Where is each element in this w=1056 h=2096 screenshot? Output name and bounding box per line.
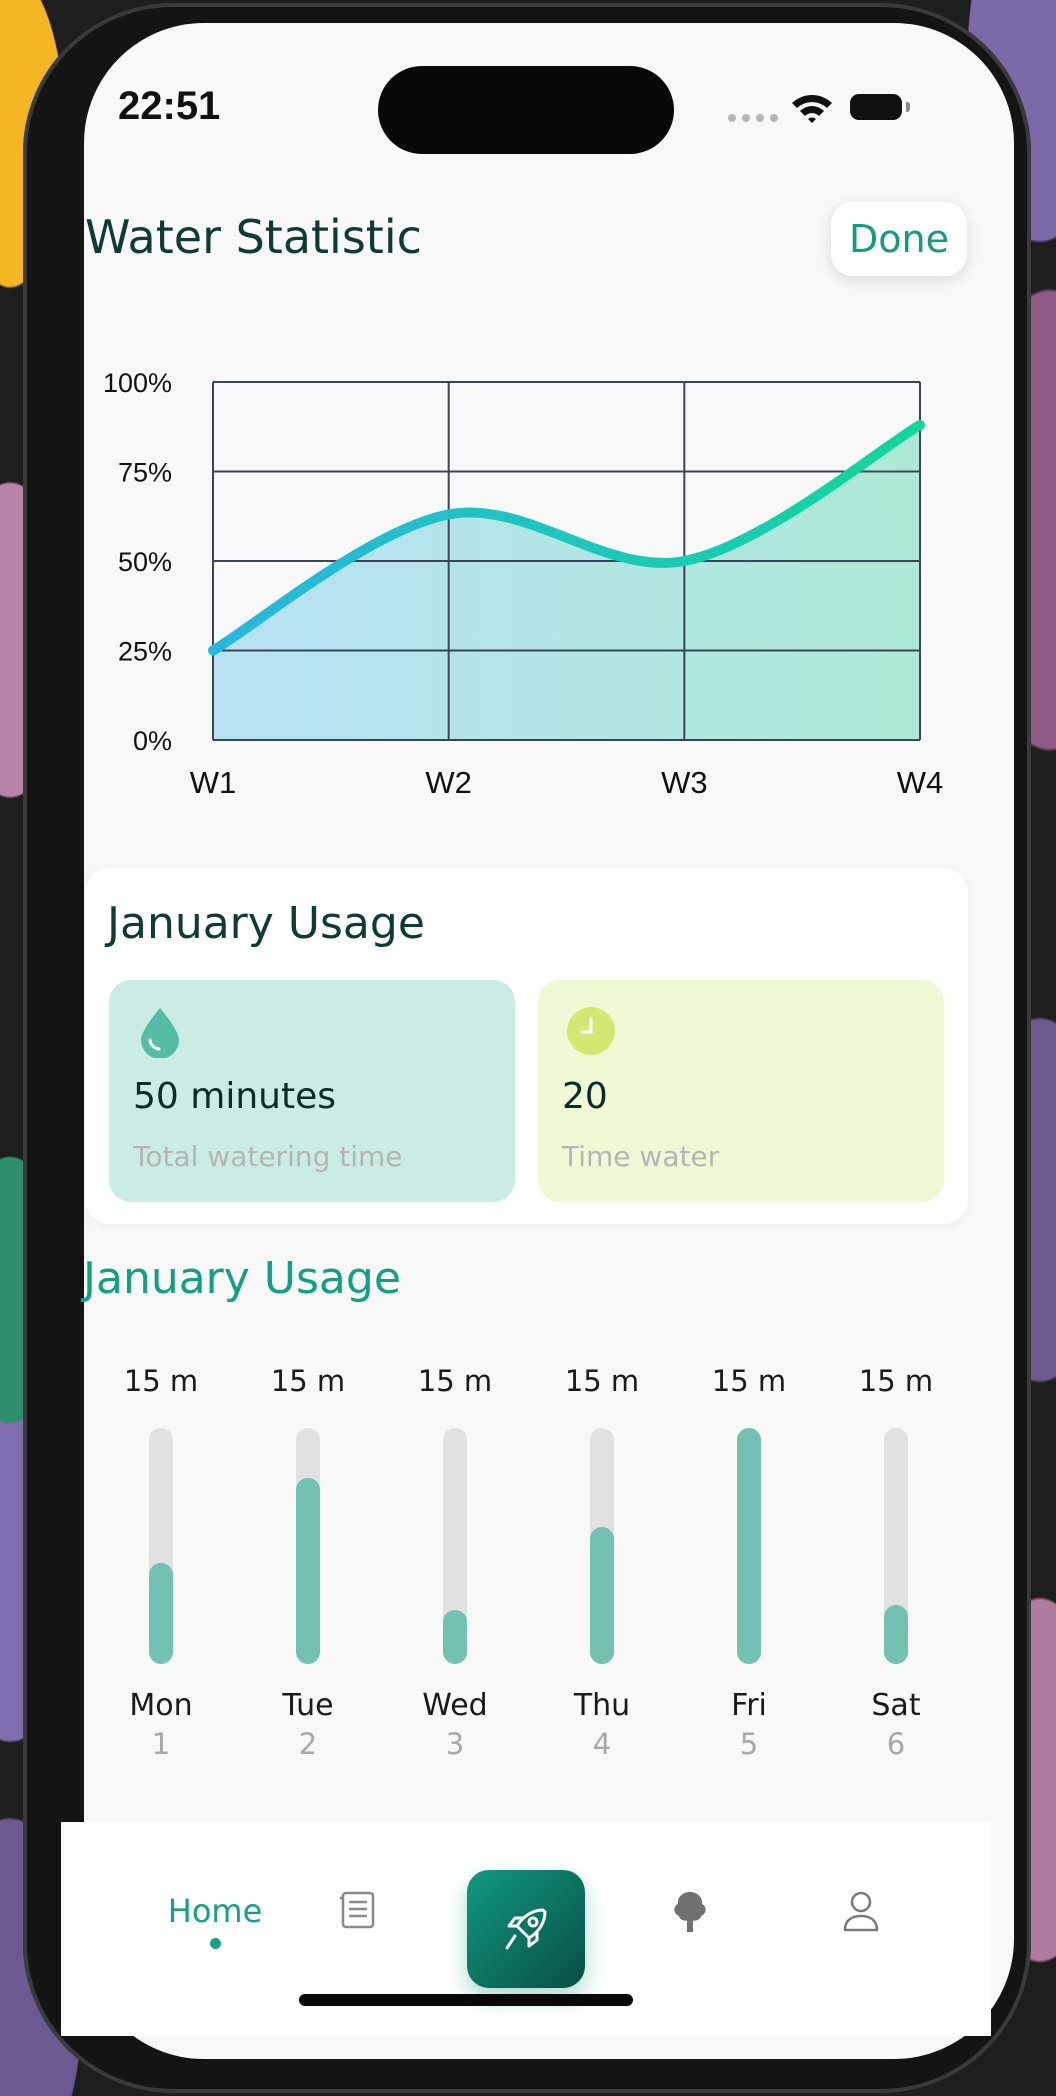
- chart-x-tick-label: W4: [897, 765, 944, 800]
- day-amount: 15 m: [270, 1364, 346, 1398]
- day-bar-track: [590, 1428, 614, 1664]
- day-bar-track: [149, 1428, 173, 1664]
- day-name: Fri: [731, 1688, 767, 1723]
- chart-y-tick-label: 75%: [118, 458, 172, 488]
- chart-y-tick-label: 100%: [103, 368, 172, 398]
- day-name: Sat: [871, 1688, 921, 1723]
- document-icon[interactable]: [339, 1890, 377, 1930]
- chart-y-tick-label: 50%: [118, 547, 172, 577]
- chart-x-tick-label: W1: [190, 765, 237, 800]
- rocket-icon: [505, 1908, 547, 1950]
- day-amount: 15 m: [711, 1364, 787, 1398]
- home-indicator: [299, 1994, 633, 2006]
- day-bar-fill: [443, 1609, 467, 1664]
- day-amount: 15 m: [564, 1364, 640, 1398]
- day-column[interactable]: 15 m Tue 2: [243, 1364, 373, 1761]
- day-column[interactable]: 15 m Fri 5: [684, 1364, 814, 1761]
- day-bar-track: [443, 1428, 467, 1664]
- usage-card-title: January Usage: [107, 898, 425, 949]
- total-watering-time-label: Total watering time: [133, 1140, 403, 1173]
- day-bar-fill: [149, 1562, 173, 1664]
- day-bar-fill: [296, 1477, 320, 1664]
- tab-home[interactable]: Home: [145, 1892, 285, 1949]
- usage-summary-card: January Usage 50 minutes Total watering …: [85, 868, 968, 1224]
- battery-icon: [850, 94, 910, 120]
- day-bar-fill: [737, 1428, 761, 1664]
- day-column[interactable]: 15 m Wed 3: [390, 1364, 520, 1761]
- day-number: 3: [445, 1727, 465, 1761]
- tree-icon[interactable]: [671, 1890, 709, 1934]
- day-bar-fill: [590, 1527, 614, 1664]
- day-number: 1: [151, 1727, 171, 1761]
- day-bar-track: [737, 1428, 761, 1664]
- day-name: Wed: [422, 1688, 488, 1723]
- tab-home-label: Home: [167, 1892, 263, 1930]
- total-watering-time-card[interactable]: 50 minutes Total watering time: [109, 980, 515, 1202]
- wifi-icon: [792, 95, 832, 123]
- chart-x-tick-label: W3: [661, 765, 708, 800]
- time-water-label: Time water: [562, 1140, 720, 1173]
- day-column[interactable]: 15 m Thu 4: [537, 1364, 667, 1761]
- time-water-card[interactable]: 20 Time water: [538, 980, 944, 1202]
- water-drop-icon: [141, 1008, 179, 1058]
- daily-usage-title: January Usage: [83, 1253, 401, 1304]
- day-name: Mon: [129, 1688, 193, 1723]
- daily-usage-bars: 15 m Mon 1 15 m Tue 2 15 m Wed 3 15 m Th…: [96, 1364, 956, 1764]
- day-name: Thu: [573, 1688, 631, 1723]
- chart-y-tick-label: 0%: [133, 726, 172, 756]
- dynamic-island: [378, 66, 674, 154]
- clock-icon: [567, 1007, 615, 1055]
- page-title: Water Statistic: [85, 210, 422, 264]
- signal-icon: [728, 114, 778, 122]
- day-number: 6: [886, 1727, 906, 1761]
- active-indicator: [209, 1938, 221, 1949]
- done-button[interactable]: Done: [831, 202, 967, 276]
- day-bar-fill: [884, 1605, 908, 1664]
- day-bar-track: [296, 1428, 320, 1664]
- day-number: 4: [592, 1727, 612, 1761]
- status-time: 22:51: [118, 84, 221, 128]
- day-bar-track: [884, 1428, 908, 1664]
- day-amount: 15 m: [417, 1364, 493, 1398]
- time-water-value: 20: [562, 1076, 608, 1117]
- chart-y-tick-label: 25%: [118, 637, 172, 667]
- day-column[interactable]: 15 m Mon 1: [96, 1364, 226, 1761]
- day-amount: 15 m: [858, 1364, 934, 1398]
- total-watering-time-value: 50 minutes: [133, 1076, 336, 1117]
- user-icon[interactable]: [841, 1890, 881, 1932]
- day-number: 2: [298, 1727, 318, 1761]
- rocket-action-button[interactable]: [467, 1870, 585, 1988]
- chart-x-tick-label: W2: [425, 765, 472, 800]
- day-column[interactable]: 15 m Sat 6: [831, 1364, 961, 1761]
- day-name: Tue: [282, 1688, 334, 1723]
- day-number: 5: [739, 1727, 759, 1761]
- water-statistic-chart: 0% 25% 50% 75% 100% W1 W2 W3 W4: [103, 368, 944, 800]
- day-amount: 15 m: [123, 1364, 199, 1398]
